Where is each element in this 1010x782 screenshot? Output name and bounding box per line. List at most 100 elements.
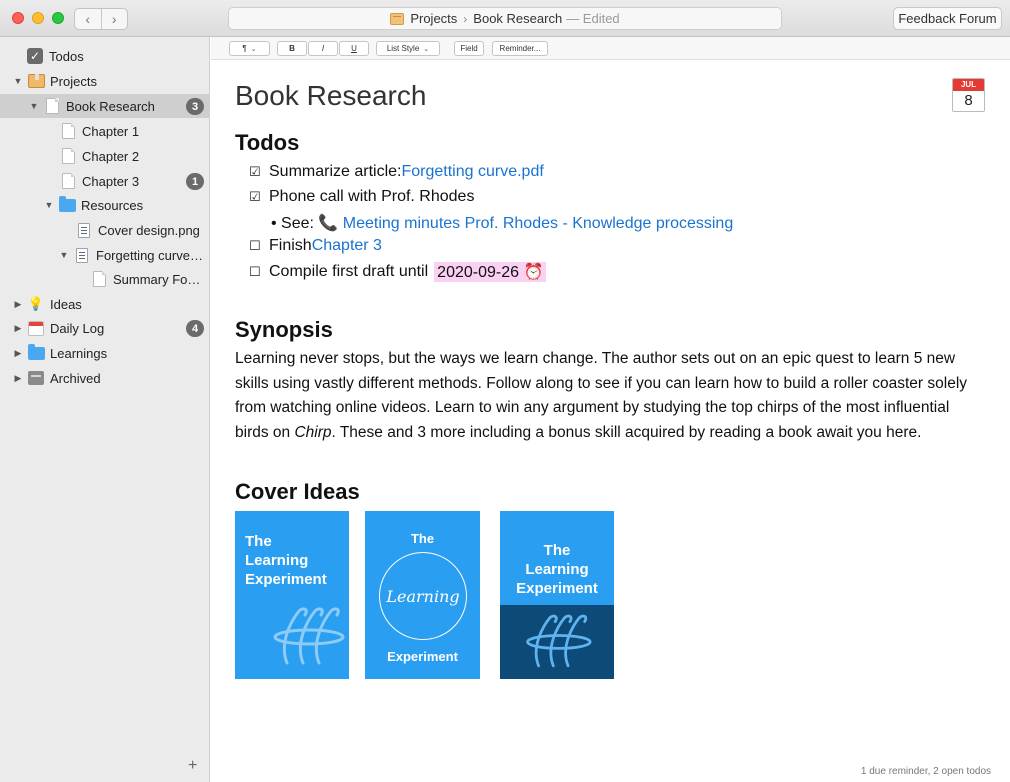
synopsis-text: Learning never stops, but the ways we le… <box>235 347 985 446</box>
checked-checkbox-icon[interactable]: ☑ <box>249 164 269 180</box>
reminder-button[interactable]: Reminder... <box>492 41 548 56</box>
unchecked-checkbox-icon[interactable]: ☐ <box>249 238 269 254</box>
disclosure-closed-icon[interactable]: ▶ <box>13 299 23 310</box>
cover-circle: Learning <box>379 552 467 640</box>
minimize-window-button[interactable] <box>32 12 44 24</box>
todo-item: ☐ Finish Chapter 3 <box>249 237 382 255</box>
cover-footer <box>500 605 614 679</box>
field-button[interactable]: Field <box>454 41 484 56</box>
cover-title: The <box>410 531 435 546</box>
sidebar-item-todos[interactable]: ✓ Todos <box>0 44 210 68</box>
cover-image-2[interactable]: The Learning Experiment <box>365 511 480 679</box>
todo-text: Compile first draft until <box>269 263 429 280</box>
due-date: 2020-09-26 <box>437 264 520 281</box>
document-icon <box>61 148 75 164</box>
todo-item: ☑ Phone call with Prof. Rhodes <box>249 188 474 206</box>
folder-icon <box>27 343 45 360</box>
disclosure-open-icon[interactable]: ▼ <box>59 250 69 260</box>
document-icon <box>61 173 75 189</box>
chapter-link[interactable]: Chapter 3 <box>312 237 382 255</box>
disclosure-open-icon[interactable]: ▼ <box>13 76 23 86</box>
disclosure-closed-icon[interactable]: ▶ <box>13 323 23 334</box>
status-bar: 1 due reminder, 2 open todos <box>860 766 991 777</box>
checked-checkbox-icon[interactable]: ☑ <box>249 189 269 205</box>
sidebar-item-label: Ideas <box>50 296 82 312</box>
calendar-month: JUL <box>953 79 984 91</box>
synopsis-part: . These and 3 more including a bonus ski… <box>331 424 922 442</box>
breadcrumb-item-projects[interactable]: Projects <box>410 11 457 26</box>
document-icon <box>45 98 59 114</box>
chevron-down-icon: ⌄ <box>423 45 430 53</box>
italic-button[interactable]: I <box>308 41 338 56</box>
sidebar-item-learnings[interactable]: ▶ Learnings <box>0 341 210 365</box>
checkbox-icon: ✓ <box>27 48 43 64</box>
list-item: • See: 📞 Meeting minutes Prof. Rhodes - … <box>271 213 733 233</box>
close-window-button[interactable] <box>12 12 24 24</box>
disclosure-closed-icon[interactable]: ▶ <box>13 348 23 359</box>
sidebar-item-projects[interactable]: ▼ Projects <box>0 69 210 93</box>
zoom-window-button[interactable] <box>52 12 64 24</box>
calendar-icon[interactable]: JUL 8 <box>952 78 985 112</box>
sidebar-item-archived[interactable]: ▶ Archived <box>0 366 210 390</box>
sidebar-item-label: Learnings <box>50 345 108 361</box>
edited-status: — Edited <box>566 11 620 26</box>
unchecked-checkbox-icon[interactable]: ☐ <box>249 264 269 280</box>
calendar-day: 8 <box>964 92 973 109</box>
sidebar-item-forgetting-curve[interactable]: ▼ Forgetting curve.pdf <box>0 243 210 267</box>
calendar-icon <box>28 320 44 336</box>
chevron-right-icon: › <box>463 11 468 26</box>
paragraph-icon: ¶ <box>242 44 247 53</box>
synopsis-italic: Chirp <box>294 424 332 442</box>
sidebar-item-label: Resources <box>81 197 144 213</box>
todo-text: Finish <box>269 237 312 254</box>
sidebar-item-chapter-2[interactable]: ▶ Chapter 2 <box>0 144 210 168</box>
bold-button[interactable]: B <box>277 41 307 56</box>
todo-text: Summarize article: <box>269 163 402 180</box>
sidebar-item-label: Todos <box>49 48 84 64</box>
sidebar-item-label: Chapter 1 <box>82 123 140 139</box>
feedback-forum-button[interactable]: Feedback Forum <box>893 7 1002 30</box>
sidebar-item-chapter-1[interactable]: ▶ Chapter 1 <box>0 119 210 143</box>
sidebar-item-label: Chapter 2 <box>82 148 140 164</box>
underline-button[interactable]: U <box>339 41 369 56</box>
sidebar-item-cover-design[interactable]: ▶ Cover design.png <box>0 218 210 242</box>
file-link[interactable]: Forgetting curve.pdf <box>401 163 543 181</box>
navigation-buttons: ‹ › <box>74 8 128 30</box>
document-icon <box>61 123 75 139</box>
back-button[interactable]: ‹ <box>75 9 101 29</box>
disclosure-closed-icon[interactable]: ▶ <box>13 373 23 384</box>
count-badge: 3 <box>186 98 204 115</box>
cover-title: The Learning Experiment <box>516 542 598 597</box>
sidebar: ✓ Todos ▼ Projects ▼ Book Research 3 ▶ C… <box>0 37 210 782</box>
sidebar-item-label: Archived <box>50 370 101 386</box>
bullet-icon: • <box>271 215 282 232</box>
list-style-select[interactable]: List Style ⌄ <box>376 41 440 56</box>
sidebar-item-resources[interactable]: ▼ Resources <box>0 193 210 217</box>
sidebar-item-ideas[interactable]: ▶ 💡 Ideas <box>0 292 210 316</box>
alarm-clock-icon: ⏰ <box>523 264 544 281</box>
breadcrumb[interactable]: Projects › Book Research — Edited <box>228 7 782 30</box>
phone-icon: 📞 <box>318 215 343 232</box>
paragraph-style-select[interactable]: ¶ ⌄ <box>229 41 270 56</box>
todo-text: Phone call with Prof. Rhodes <box>269 188 475 205</box>
add-item-button[interactable]: + <box>188 757 197 775</box>
date-reminder[interactable]: 2020-09-26 ⏰ <box>434 262 547 282</box>
disclosure-open-icon[interactable]: ▼ <box>44 200 54 210</box>
disclosure-open-icon[interactable]: ▼ <box>29 101 39 111</box>
cover-image-3[interactable]: The Learning Experiment <box>500 511 614 679</box>
file-icon <box>76 247 88 263</box>
count-badge: 1 <box>186 173 204 190</box>
sidebar-item-label: Summary Forgetting curve <box>113 271 210 287</box>
sidebar-item-daily-log[interactable]: ▶ Daily Log 4 <box>0 316 210 340</box>
sidebar-item-summary[interactable]: ▶ Summary Forgetting curve <box>0 267 210 291</box>
sidebar-item-chapter-3[interactable]: ▶ Chapter 3 1 <box>0 169 210 193</box>
breadcrumb-item-current[interactable]: Book Research <box>473 11 562 26</box>
cover-image-1[interactable]: The Learning Experiment <box>235 511 349 679</box>
todo-item: ☐ Compile first draft until 2020-09-26 ⏰ <box>249 262 547 282</box>
sidebar-item-book-research[interactable]: ▼ Book Research 3 <box>0 94 210 118</box>
format-toolbar: ¶ ⌄ B I U List Style ⌄ Field Reminder... <box>211 37 1010 60</box>
forward-button[interactable]: › <box>100 9 128 29</box>
chevron-left-icon: ‹ <box>85 11 91 27</box>
document-editor[interactable]: Book Research JUL 8 Todos ☑ Summarize ar… <box>211 61 1010 782</box>
note-link[interactable]: Meeting minutes Prof. Rhodes - Knowledge… <box>343 215 733 232</box>
